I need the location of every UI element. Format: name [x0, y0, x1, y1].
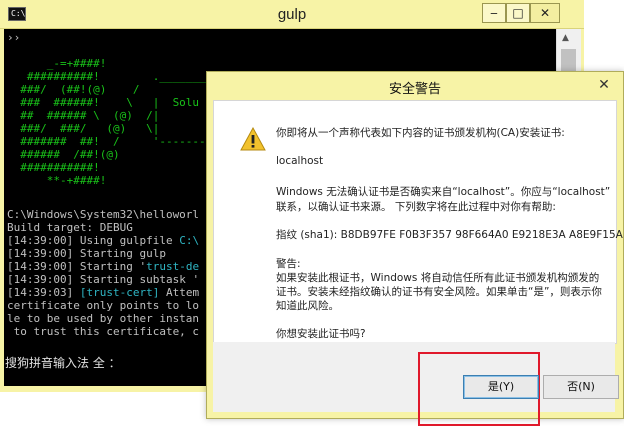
warning-text: 证书。安装未经指纹确认的证书有安全风险。如果单击“是”，则表示你 — [276, 286, 602, 298]
dialog-close-button[interactable]: ✕ — [591, 75, 617, 95]
warning-icon — [240, 127, 266, 151]
yes-button[interactable]: 是(Y) — [463, 375, 539, 399]
warning-title: 警告: — [276, 258, 301, 270]
console-prompt: ›› — [7, 31, 21, 44]
console-line: [14:39:00] Starting subtask ' — [7, 273, 200, 286]
minimize-icon: ‒ — [490, 6, 498, 20]
certificate-host: localhost — [276, 155, 324, 167]
console-line: C:\Windows\System32\helloworl — [7, 208, 200, 221]
console-line: [14:39:00] Starting 'trust-de — [7, 260, 200, 273]
ascii-art-line: ## ###### \ (@) /| — [7, 109, 160, 122]
dialog-body: 你即将从一个声称代表如下内容的证书颁发机构(CA)安装证书: localhost… — [213, 100, 623, 344]
maximize-button[interactable]: □ — [506, 3, 530, 23]
ascii-art-line: ###########! — [7, 161, 100, 174]
dialog-footer: 是(Y) 否(N) — [213, 342, 619, 426]
console-line: to trust this certificate, c — [7, 325, 200, 338]
no-button[interactable]: 否(N) — [543, 375, 619, 399]
close-icon: ✕ — [598, 77, 610, 93]
ascii-art-line: _-=+####! — [7, 57, 107, 70]
warning-text: 如果安装此根证书，Windows 将自动信任所有此证书颁发机构颁发的 — [276, 272, 600, 284]
console-line: le to be used by other instan — [7, 312, 200, 325]
console-line: certificate only points to lo — [7, 299, 200, 312]
dialog-verify-text: Windows 无法确认证书是否确实来自“localhost”。你应与“loca… — [276, 186, 611, 198]
ascii-art-line: ###### /##!(@) — [7, 148, 120, 161]
ime-status: 搜狗拼音输入法 全 ： — [5, 356, 121, 370]
scroll-up-icon[interactable]: ▲ — [562, 33, 569, 43]
ascii-art-line: ### ######! \ | Solu — [7, 96, 200, 109]
ascii-art-line: ###/ ###/ (@) \| — [7, 122, 160, 135]
dialog-title: 安全警告 — [388, 82, 441, 97]
console-line: [14:39:00] Starting gulp — [7, 247, 166, 260]
dialog-intro-text: 你即将从一个声称代表如下内容的证书颁发机构(CA)安装证书: — [276, 127, 565, 139]
install-question: 你想安装此证书吗? — [276, 328, 366, 340]
security-warning-dialog: 安全警告 ✕ 你即将从一个声称代表如下内容的证书颁发机构(CA)安装证书: lo… — [206, 71, 624, 426]
warning-text: 知道此风险。 — [276, 300, 339, 312]
close-icon: ✕ — [539, 6, 551, 20]
console-line: [14:39:00] Using gulpfile C:\ — [7, 234, 200, 247]
console-line: Build target: DEBUG — [7, 221, 133, 234]
dialog-verify-text: 联系，以确认证书来源。 下列数字将在此过程中对你有帮助: — [276, 201, 556, 213]
certificate-thumbprint: 指纹 (sha1): B8DB97FE F0B3F357 98F664A0 E9… — [276, 229, 623, 241]
console-titlebar[interactable]: C:\ gulp ‒ □ ✕ — [0, 0, 584, 29]
maximize-icon: □ — [512, 6, 524, 20]
close-button[interactable]: ✕ — [530, 3, 560, 23]
console-line: [14:39:03] [trust-cert] Attem — [7, 286, 200, 299]
minimize-button[interactable]: ‒ — [482, 3, 506, 23]
ascii-art-line: **-+####! — [7, 174, 107, 187]
